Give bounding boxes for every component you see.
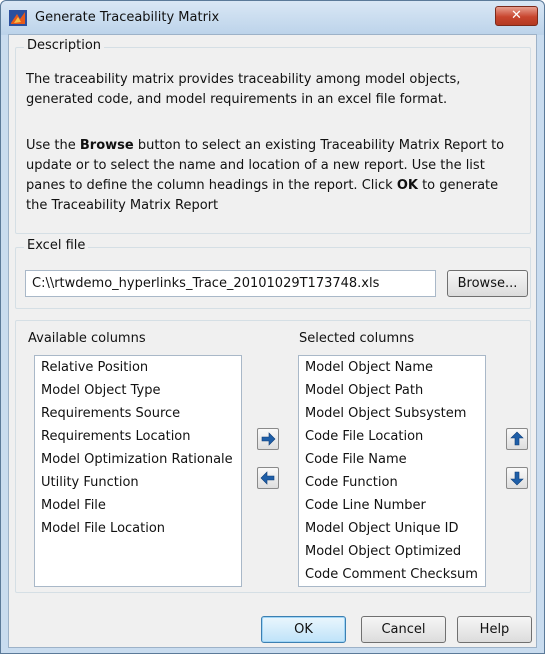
dialog-window: Generate Traceability Matrix ✕ Descripti… xyxy=(0,0,545,654)
arrow-right-icon xyxy=(261,432,276,446)
ok-button[interactable]: OK xyxy=(261,616,346,643)
description-line: panes to define the column headings in t… xyxy=(26,178,499,193)
list-item[interactable]: Model Object Type xyxy=(35,379,241,402)
arrow-left-icon xyxy=(260,471,275,485)
list-item[interactable]: Model File xyxy=(35,494,241,517)
description-line: Use the Browse button to select an exist… xyxy=(26,138,505,153)
help-button[interactable]: Help xyxy=(457,616,532,643)
arrow-down-icon xyxy=(510,471,524,486)
description-line: the Traceability Matrix Report xyxy=(26,198,219,213)
window-title: Generate Traceability Matrix xyxy=(35,10,220,25)
matlab-app-icon xyxy=(9,10,27,26)
title-bar: Generate Traceability Matrix ✕ xyxy=(1,1,544,35)
list-item[interactable]: Utility Function xyxy=(35,471,241,494)
close-button[interactable]: ✕ xyxy=(495,6,538,26)
list-item[interactable]: Code File Name xyxy=(299,448,485,471)
description-paragraph-2: Use the Browse button to select an exist… xyxy=(26,136,504,216)
list-item[interactable]: Model Object Optimized xyxy=(299,540,485,563)
description-group: Description The traceability matrix prov… xyxy=(15,38,531,234)
move-right-button[interactable] xyxy=(257,428,279,450)
list-item[interactable]: Model File Location xyxy=(35,517,241,540)
excel-file-group-title: Excel file xyxy=(24,238,89,253)
description-group-title: Description xyxy=(24,38,105,53)
list-item[interactable]: Model Optimization Rationale xyxy=(35,448,241,471)
available-columns-list[interactable]: Relative Position Model Object Type Requ… xyxy=(34,355,242,587)
dialog-client-area: Description The traceability matrix prov… xyxy=(8,34,537,648)
description-line: The traceability matrix provides traceab… xyxy=(26,72,461,87)
list-item[interactable]: Model Object Unique ID xyxy=(299,517,485,540)
cancel-button[interactable]: Cancel xyxy=(361,616,446,643)
list-item[interactable]: Code Comment Checksum xyxy=(299,563,485,586)
arrow-up-icon xyxy=(510,431,524,446)
available-columns-label: Available columns xyxy=(28,331,146,346)
move-down-button[interactable] xyxy=(506,467,528,489)
list-item[interactable]: Requirements Location xyxy=(35,425,241,448)
list-item[interactable]: Relative Position xyxy=(35,356,241,379)
description-line: generated code, and model requirements i… xyxy=(26,92,448,107)
excel-file-path-input[interactable]: C:\\rtwdemo_hyperlinks_Trace_20101029T17… xyxy=(25,270,436,297)
list-item[interactable]: Code Line Number xyxy=(299,494,485,517)
list-item[interactable]: Model Object Path xyxy=(299,379,485,402)
list-item[interactable]: Code File Location xyxy=(299,425,485,448)
list-item[interactable]: Requirements Source xyxy=(35,402,241,425)
description-line: update or to select the name and locatio… xyxy=(26,158,485,173)
selected-columns-label: Selected columns xyxy=(299,331,415,346)
list-item[interactable]: Code Function xyxy=(299,471,485,494)
selected-columns-list[interactable]: Model Object Name Model Object Path Mode… xyxy=(298,355,486,587)
browse-button[interactable]: Browse... xyxy=(447,270,528,297)
list-item[interactable]: Model Object Subsystem xyxy=(299,402,485,425)
list-item[interactable]: Model Object Name xyxy=(299,356,485,379)
move-left-button[interactable] xyxy=(257,467,279,489)
description-paragraph-1: The traceability matrix provides traceab… xyxy=(26,70,460,110)
move-up-button[interactable] xyxy=(506,428,528,450)
